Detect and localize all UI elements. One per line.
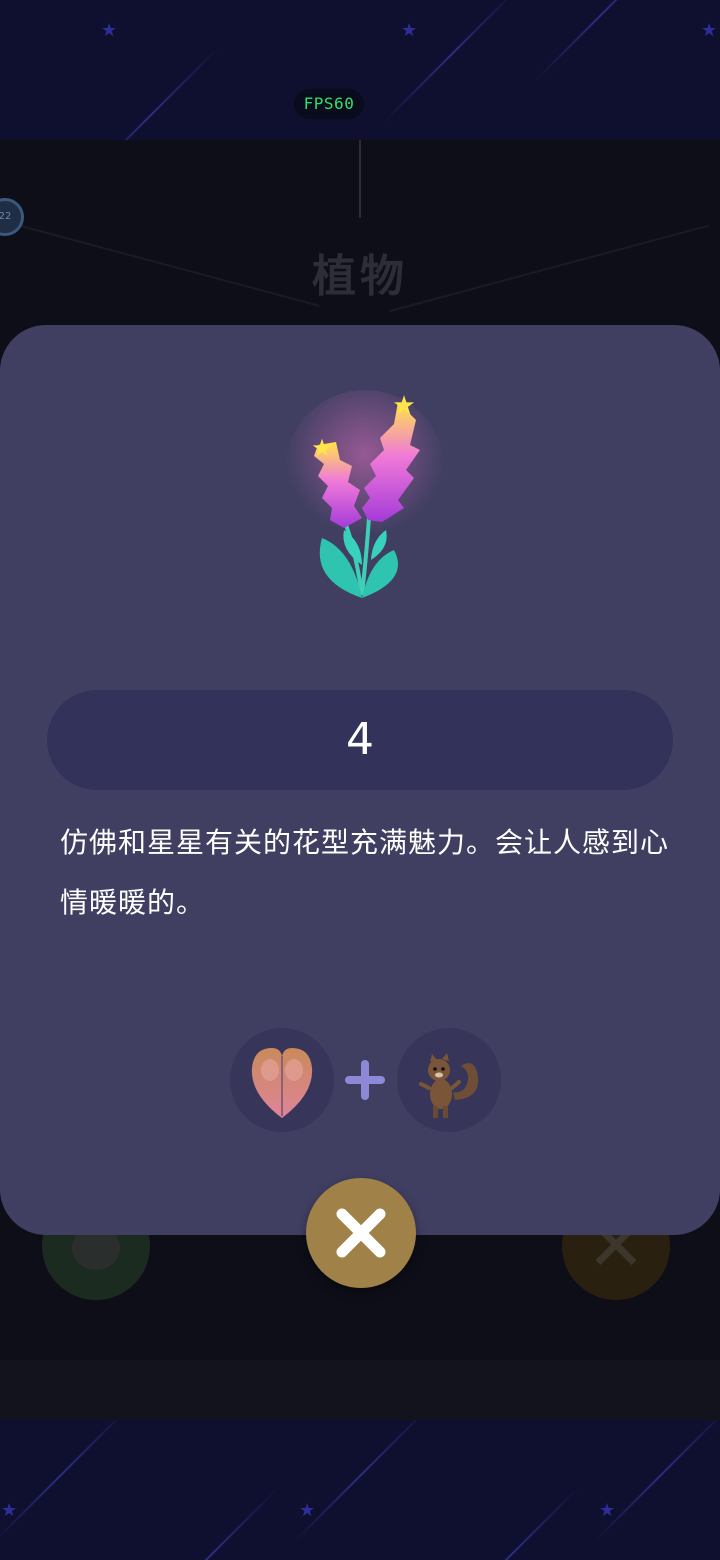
top-starfield: ★ ★ ★ FPS60 xyxy=(0,0,720,140)
light-streak xyxy=(533,0,669,83)
star-lavender-icon: ★ ★ xyxy=(285,390,445,598)
close-icon xyxy=(336,1208,386,1258)
item-count: 4 xyxy=(47,690,673,790)
light-streak xyxy=(293,1420,429,1543)
light-streak xyxy=(593,1420,720,1543)
star-icon: ★ xyxy=(599,1500,616,1521)
close-button[interactable] xyxy=(306,1178,416,1288)
light-streak xyxy=(443,1487,579,1560)
category-title: 植物 xyxy=(312,251,408,302)
plus-icon xyxy=(345,1060,385,1100)
divider-line xyxy=(359,140,361,218)
star-icon: ★ xyxy=(101,20,118,41)
footer-strip xyxy=(0,1360,720,1420)
item-description: 仿佛和星星有关的花型充满魅力。会让人感到心情暖暖的。 xyxy=(60,826,670,919)
fps-counter: FPS60 xyxy=(294,89,364,119)
heart-seed-icon xyxy=(251,1048,313,1118)
light-streak xyxy=(0,1420,129,1543)
squirrel-icon xyxy=(419,1053,479,1118)
star-icon: ★ xyxy=(1,1500,18,1521)
light-streak xyxy=(143,1487,279,1560)
svg-text:★: ★ xyxy=(392,391,415,421)
recipe-ingredient-slot[interactable] xyxy=(230,1028,334,1132)
item-detail-modal: ★ ★ 4 仿佛和星星有关的花型充满魅力。会让人感到心情暖暖的。 xyxy=(0,325,720,1235)
light-streak xyxy=(383,0,519,123)
bottom-starfield: ★ ★ ★ xyxy=(0,1420,720,1560)
light-streak xyxy=(83,47,219,140)
svg-text:★: ★ xyxy=(311,434,333,462)
recipe-ingredient-slot[interactable] xyxy=(397,1028,501,1132)
star-icon: ★ xyxy=(401,20,418,41)
star-icon: ★ xyxy=(701,20,718,41)
star-icon: ★ xyxy=(299,1500,316,1521)
